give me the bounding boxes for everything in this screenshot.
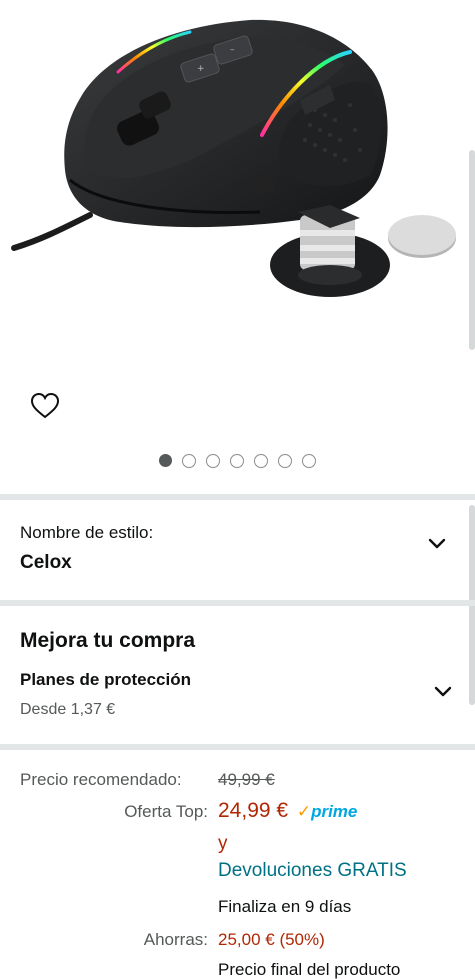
protection-plan-title[interactable]: Planes de protección (20, 670, 191, 690)
deal-ends-text: Finaliza en 9 días (218, 897, 352, 916)
carousel-dot[interactable] (159, 454, 172, 467)
carousel-dot[interactable] (182, 454, 196, 468)
prime-check-icon: ✓ (296, 802, 312, 821)
savings-value: 25,00 € (50%) (218, 930, 325, 949)
prime-logo: prime (311, 802, 358, 821)
deal-label: Oferta Top: (124, 802, 208, 821)
list-price: 49,99 € (218, 770, 275, 789)
heart-outline-icon[interactable] (30, 392, 60, 420)
chevron-down-icon[interactable] (434, 686, 452, 698)
svg-text:+: + (197, 64, 205, 74)
style-label: Nombre de estilo: (20, 523, 154, 542)
svg-text:–: – (230, 45, 235, 55)
gaming-mouse-image: + – (11, 19, 456, 297)
carousel-dot[interactable] (206, 454, 220, 468)
upgrade-title: Mejora tu compra (20, 629, 196, 652)
free-returns-link[interactable]: Devoluciones GRATIS (218, 860, 407, 882)
prime-badge[interactable]: ✓prime (297, 802, 358, 822)
carousel-dot[interactable] (230, 454, 244, 468)
image-carousel-dots (0, 454, 475, 468)
carousel-dot[interactable] (302, 454, 316, 468)
deal-price: 24,99 € (218, 799, 289, 822)
chevron-down-icon[interactable] (428, 538, 446, 550)
carousel-dot[interactable] (278, 454, 292, 468)
style-selector[interactable]: Nombre de estilo: Celox (0, 500, 475, 600)
scroll-indicator-top[interactable] (469, 150, 475, 350)
product-image[interactable]: + – (0, 0, 475, 360)
style-value: Celox (20, 552, 72, 573)
carousel-dot[interactable] (254, 454, 268, 468)
final-price-note: Precio final del producto (218, 960, 401, 979)
protection-plan-price: Desde 1,37 € (20, 701, 116, 718)
list-price-label: Precio recomendado: (20, 770, 182, 789)
and-text: y (218, 833, 228, 854)
savings-label: Ahorras: (143, 930, 208, 949)
upgrade-purchase-section: Mejora tu compra Planes de protección De… (0, 606, 475, 744)
price-block: Precio recomendado: 49,99 € Oferta Top: … (0, 750, 475, 979)
deal-price-row: 24,99 € ✓prime (218, 799, 357, 823)
